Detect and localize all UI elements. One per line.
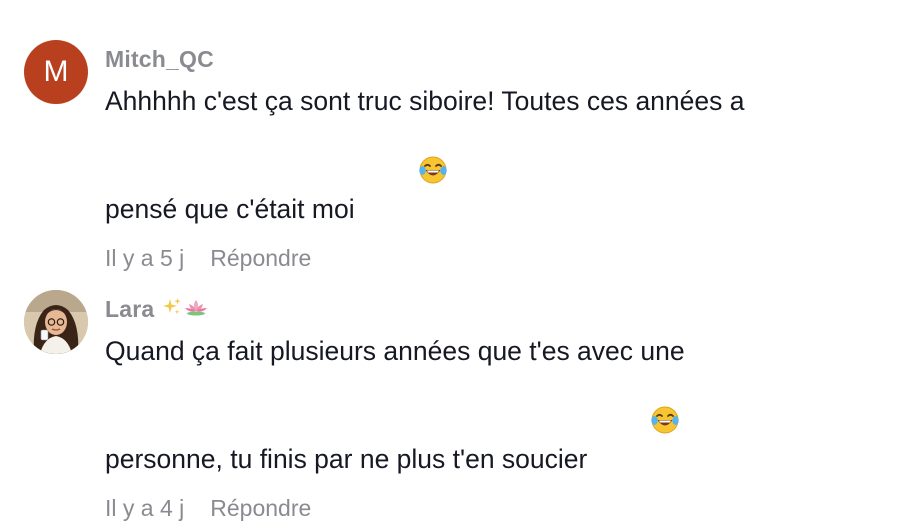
comment-username[interactable]: Lara [105,296,154,323]
comment-username[interactable]: Mitch_QC [105,46,214,73]
avatar[interactable]: M [24,40,88,104]
reply-button[interactable]: Répondre [210,245,311,272]
sparkles-icon [162,297,182,322]
username-decorations [162,297,208,322]
laughing-tears-emoji-icon [359,119,448,230]
lotus-icon [184,297,208,322]
profile-photo-icon [24,290,88,354]
comment-timestamp: Il y a 5 j [105,245,185,271]
avatar[interactable] [24,290,88,354]
reply-button[interactable]: Répondre [210,495,311,522]
comment-timestamp: Il y a 4 j [105,495,185,521]
avatar-letter: M [43,55,69,88]
comment-text: Ahhhhh c'est ça sont truc siboire! Toute… [105,83,876,230]
laughing-tears-emoji-icon [591,369,680,480]
comment-text: Quand ça fait plusieurs années que t'es … [105,333,876,480]
